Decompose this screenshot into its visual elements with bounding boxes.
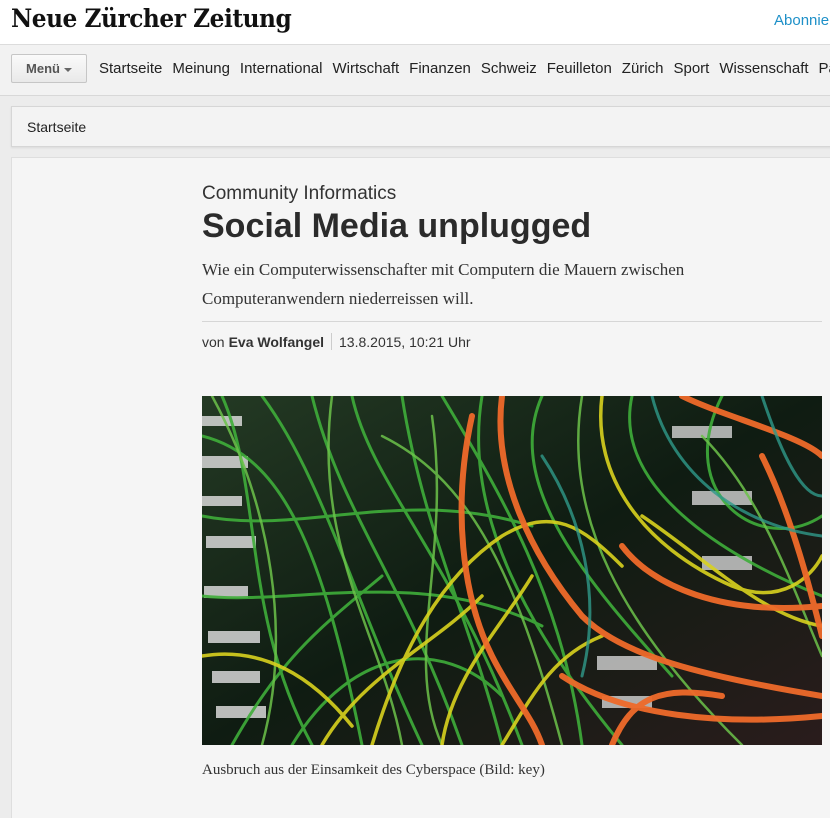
image-caption: Ausbruch aus der Einsamkeit des Cyberspa… xyxy=(202,762,545,778)
nav-item-feuilleton[interactable]: Feuilleton xyxy=(547,60,612,77)
article-image[interactable] xyxy=(202,396,822,745)
nav-item-schweiz[interactable]: Schweiz xyxy=(481,60,537,77)
nav-item-zuerich[interactable]: Zürich xyxy=(622,60,664,77)
nav-items: Startseite Meinung International Wirtsch… xyxy=(99,60,830,77)
byline-separator xyxy=(331,333,333,350)
article-title: Social Media unplugged xyxy=(202,207,592,245)
content-panel: Community Informatics Social Media unplu… xyxy=(11,157,830,818)
author-name[interactable]: Eva Wolfangel xyxy=(229,334,324,350)
network-cables-photo xyxy=(202,396,822,745)
publish-date: 13.8.2015, 10:21 Uhr xyxy=(339,333,471,350)
article-lead: Wie ein Computerwissenschafter mit Compu… xyxy=(202,260,685,308)
top-bar: Neue Zürcher Zeitung Abonnier xyxy=(0,0,830,45)
nav-item-startseite[interactable]: Startseite xyxy=(99,60,162,77)
nav-item-meinung[interactable]: Meinung xyxy=(172,60,230,77)
main-navigation: Menü Startseite Meinung International Wi… xyxy=(0,45,830,96)
nav-item-wissenschaft[interactable]: Wissenschaft xyxy=(719,60,808,77)
nav-item-sport[interactable]: Sport xyxy=(673,60,709,77)
chevron-down-icon xyxy=(63,67,72,72)
menu-button[interactable]: Menü xyxy=(11,54,87,83)
nav-item-wirtschaft[interactable]: Wirtschaft xyxy=(332,60,399,77)
breadcrumb: Startseite xyxy=(11,106,830,147)
article-kicker: Community Informatics xyxy=(202,183,397,204)
menu-button-label: Menü xyxy=(26,61,60,76)
nav-item-panorama[interactable]: Pan xyxy=(819,60,830,77)
byline-prefix: von xyxy=(202,333,225,350)
nav-item-international[interactable]: International xyxy=(240,60,323,77)
site-logo[interactable]: Neue Zürcher Zeitung xyxy=(11,4,292,33)
byline: von Eva Wolfangel 13.8.2015, 10:21 Uhr xyxy=(202,333,471,350)
breadcrumb-home-link[interactable]: Startseite xyxy=(27,119,86,135)
nav-item-finanzen[interactable]: Finanzen xyxy=(409,60,471,77)
divider xyxy=(202,321,822,322)
subscribe-link[interactable]: Abonnier xyxy=(774,12,830,29)
